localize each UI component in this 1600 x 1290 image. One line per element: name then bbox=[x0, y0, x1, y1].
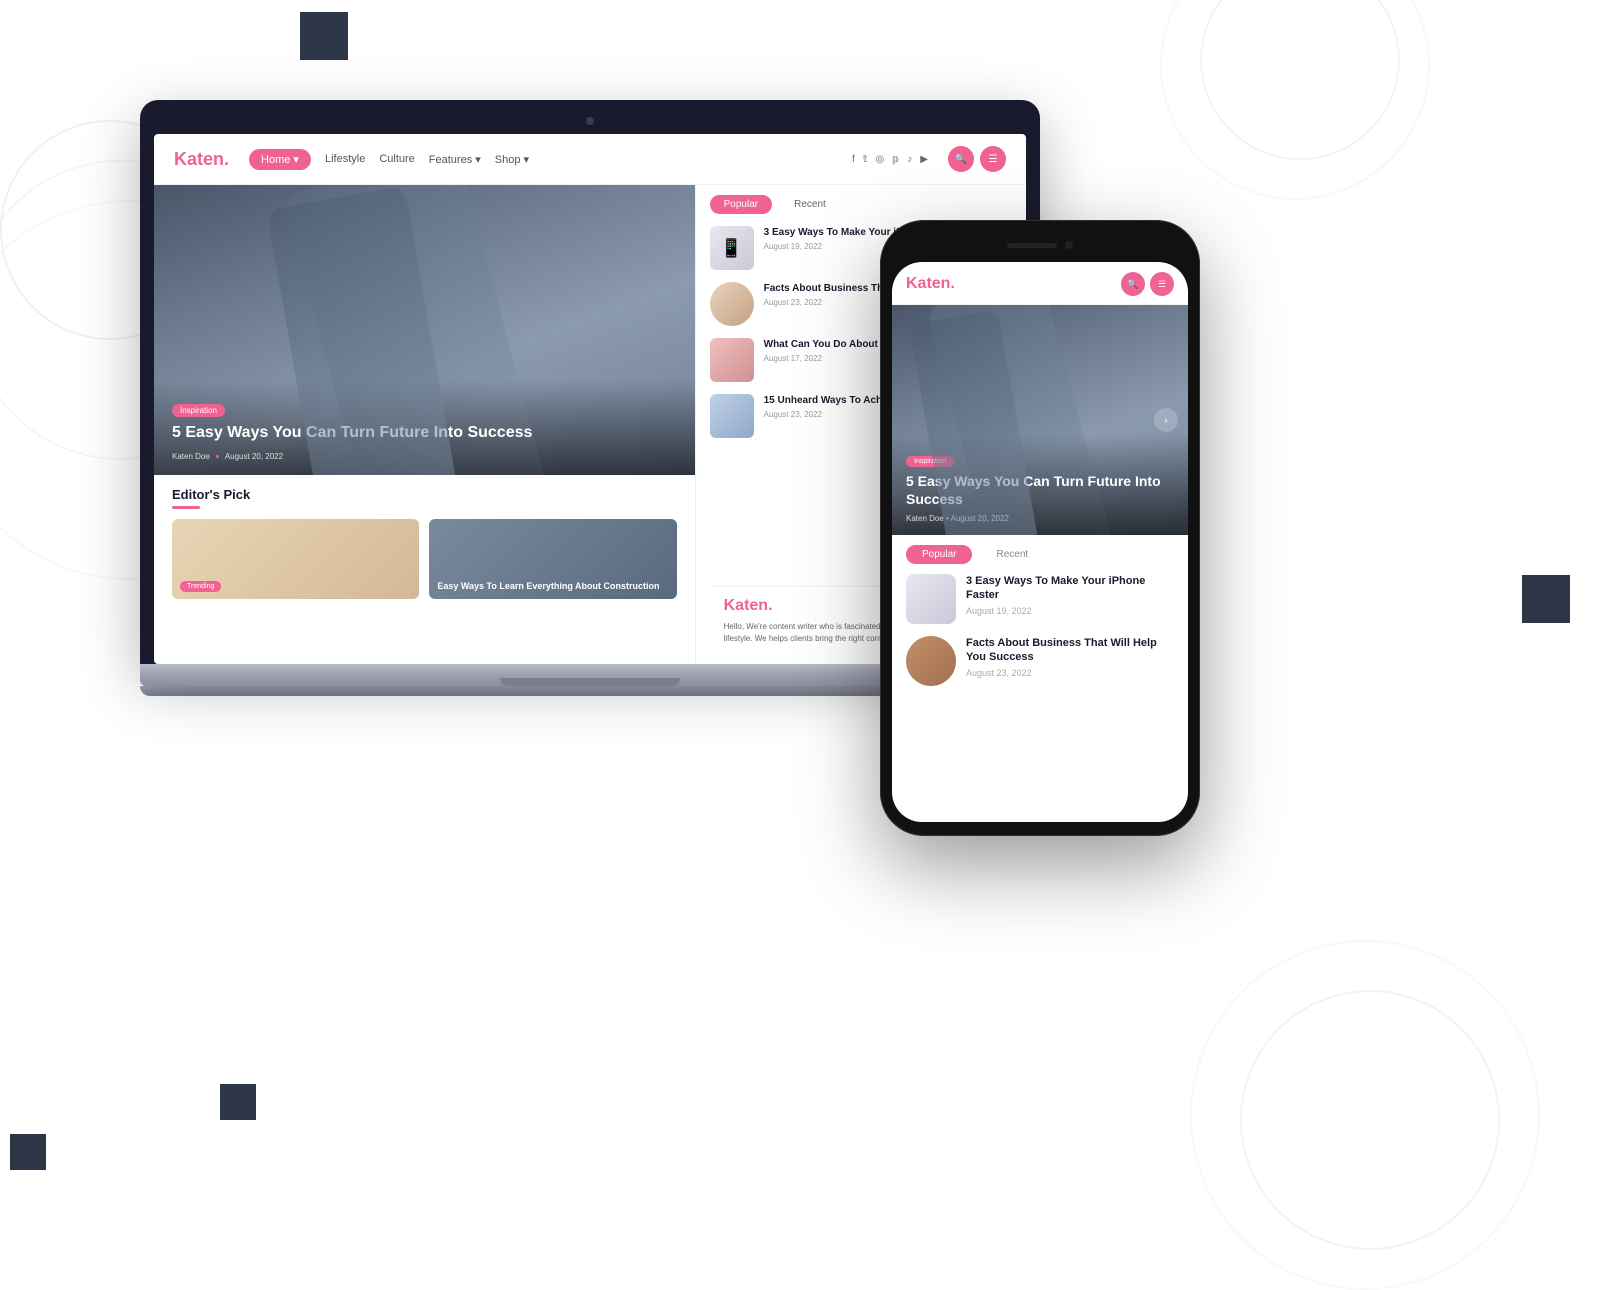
social-tiktok-icon[interactable]: ♪ bbox=[907, 154, 912, 165]
logo-dot: . bbox=[224, 149, 229, 170]
article-thumb-4 bbox=[710, 394, 754, 438]
phone-hero-arrow[interactable]: › bbox=[1154, 408, 1178, 432]
phone-article-title-1: 3 Easy Ways To Make Your iPhone Faster bbox=[966, 574, 1174, 603]
phone-popular-tabs: Popular Recent bbox=[906, 545, 1174, 564]
phone-article-title-2: Facts About Business That Will Help You … bbox=[966, 636, 1174, 665]
phone-logo-dot: . bbox=[950, 275, 954, 292]
phone-article-list: 3 Easy Ways To Make Your iPhone Faster A… bbox=[906, 574, 1174, 686]
nav-item-lifestyle[interactable]: Lifestyle bbox=[325, 153, 365, 165]
main-left-column: Inspiration 5 Easy Ways You Can Turn Fut… bbox=[154, 185, 695, 664]
phone-article-info-2: Facts About Business That Will Help You … bbox=[966, 636, 1174, 678]
phone-outer: Katen. 🔍 ☰ Inspiration 5 Easy Ways You C… bbox=[880, 220, 1200, 836]
about-logo-text: Katen bbox=[724, 597, 768, 614]
tab-recent[interactable]: Recent bbox=[780, 195, 840, 214]
phone-popular-section: Popular Recent 3 Easy Ways To Make Your … bbox=[892, 535, 1188, 696]
article-thumb-2 bbox=[710, 282, 754, 326]
phone-speaker bbox=[1007, 243, 1057, 248]
phone-notch bbox=[990, 234, 1090, 256]
phone-logo: Katen. bbox=[906, 275, 955, 293]
social-facebook-icon[interactable]: f bbox=[852, 154, 855, 165]
pick-cards-row: Trending Easy Ways To Learn Everything A… bbox=[172, 519, 677, 599]
phone-article-item-2[interactable]: Facts About Business That Will Help You … bbox=[906, 636, 1174, 686]
nav-item-shop[interactable]: Shop ▾ bbox=[495, 153, 529, 166]
thumb-phone-icon: 📱 bbox=[710, 226, 754, 270]
editors-pick-section: Editor's Pick Trending bbox=[154, 475, 695, 611]
phone-camera bbox=[1065, 241, 1073, 249]
phone-article-info-1: 3 Easy Ways To Make Your iPhone Faster A… bbox=[966, 574, 1174, 616]
site-navbar: Katen . Home ▾ Lifestyle Culture Feature… bbox=[154, 134, 1026, 185]
phone-tab-recent[interactable]: Recent bbox=[980, 545, 1044, 564]
thumb-fashion-icon bbox=[710, 338, 754, 382]
phone-article-date-1: August 19, 2022 bbox=[966, 606, 1174, 616]
nav-item-home[interactable]: Home ▾ bbox=[249, 149, 311, 170]
nav-action-buttons: 🔍 ☰ bbox=[948, 146, 1006, 172]
pick-card-2[interactable]: Easy Ways To Learn Everything About Cons… bbox=[429, 519, 676, 599]
trending-badge-wrapper: Trending bbox=[180, 575, 221, 593]
section-underline bbox=[172, 506, 200, 509]
phone-navbar: Katen. 🔍 ☰ bbox=[892, 262, 1188, 305]
social-instagram-icon[interactable]: ◎ bbox=[875, 154, 884, 165]
social-pinterest-icon[interactable]: 𝕡 bbox=[892, 154, 899, 165]
phone-hero-tag: Inspiration bbox=[906, 456, 954, 467]
article-thumb-1: 📱 bbox=[710, 226, 754, 270]
popular-tabs: Popular Recent bbox=[710, 195, 1012, 214]
social-youtube-icon[interactable]: ▶ bbox=[920, 154, 928, 165]
phone-article-thumb-2 bbox=[906, 636, 956, 686]
editors-pick-title: Editor's Pick bbox=[172, 487, 677, 502]
phone-device: Katen. 🔍 ☰ Inspiration 5 Easy Ways You C… bbox=[880, 220, 1200, 836]
phone-tab-popular[interactable]: Popular bbox=[906, 545, 972, 564]
laptop-camera-bar bbox=[154, 114, 1026, 128]
phone-menu-button[interactable]: ☰ bbox=[1150, 272, 1174, 296]
thumb-walker-icon bbox=[710, 394, 754, 438]
nav-menu: Home ▾ Lifestyle Culture Features ▾ Shop… bbox=[249, 149, 832, 170]
phone-screen: Katen. 🔍 ☰ Inspiration 5 Easy Ways You C… bbox=[892, 262, 1188, 822]
logo-text: Katen bbox=[174, 149, 224, 170]
pick-card-2-text: Easy Ways To Learn Everything About Cons… bbox=[437, 581, 668, 593]
phone-hero-author: Katen Doe bbox=[906, 514, 944, 523]
hero-image: Inspiration 5 Easy Ways You Can Turn Fut… bbox=[154, 185, 695, 475]
nav-item-culture[interactable]: Culture bbox=[379, 153, 414, 165]
tab-popular[interactable]: Popular bbox=[710, 195, 772, 214]
thumb-person-icon bbox=[710, 282, 754, 326]
phone-search-button[interactable]: 🔍 bbox=[1121, 272, 1145, 296]
hero-title: 5 Easy Ways You Can Turn Future Into Suc… bbox=[172, 423, 677, 444]
trending-badge: Trending bbox=[180, 581, 221, 592]
social-twitter-icon[interactable]: 𝕥 bbox=[863, 154, 868, 165]
phone-hero-overlay: Inspiration 5 Easy Ways You Can Turn Fut… bbox=[892, 434, 1188, 535]
phone-hero-title: 5 Easy Ways You Can Turn Future Into Suc… bbox=[906, 472, 1174, 508]
phone-hero-image: Inspiration 5 Easy Ways You Can Turn Fut… bbox=[892, 305, 1188, 535]
pick-card-2-title: Easy Ways To Learn Everything About Cons… bbox=[437, 581, 668, 593]
site-logo: Katen . bbox=[174, 149, 229, 170]
hero-overlay: Inspiration 5 Easy Ways You Can Turn Fut… bbox=[154, 380, 695, 475]
nav-search-button[interactable]: 🔍 bbox=[948, 146, 974, 172]
article-thumb-3 bbox=[710, 338, 754, 382]
phone-hero-meta: Katen Doe • August 20, 2022 bbox=[906, 514, 1174, 523]
hero-author: Katen Doe bbox=[172, 452, 210, 461]
phone-article-item-1[interactable]: 3 Easy Ways To Make Your iPhone Faster A… bbox=[906, 574, 1174, 624]
phone-article-date-2: August 23, 2022 bbox=[966, 668, 1174, 678]
phone-article-thumb-1 bbox=[906, 574, 956, 624]
phone-nav-actions: 🔍 ☰ bbox=[1121, 272, 1174, 296]
phone-thumb-person-img bbox=[906, 636, 956, 686]
about-logo-dot: . bbox=[768, 597, 772, 614]
pick-card-1[interactable]: Trending bbox=[172, 519, 419, 599]
hero-meta-dot bbox=[216, 455, 219, 458]
nav-menu-button[interactable]: ☰ bbox=[980, 146, 1006, 172]
hero-tag: Inspiration bbox=[172, 404, 225, 417]
hero-meta: Katen Doe August 20, 2022 bbox=[172, 452, 677, 461]
phone-notch-bar bbox=[892, 234, 1188, 262]
scene-container: Katen . Home ▾ Lifestyle Culture Feature… bbox=[0, 0, 1600, 1200]
phone-hero-date: August 20, 2022 bbox=[951, 514, 1009, 523]
nav-item-features[interactable]: Features ▾ bbox=[429, 153, 481, 166]
phone-thumb-phone-img bbox=[906, 574, 956, 624]
hero-date: August 20, 2022 bbox=[225, 452, 283, 461]
nav-social-icons: f 𝕥 ◎ 𝕡 ♪ ▶ bbox=[852, 154, 928, 165]
laptop-camera bbox=[586, 117, 594, 125]
phone-logo-text: Katen bbox=[906, 275, 950, 292]
